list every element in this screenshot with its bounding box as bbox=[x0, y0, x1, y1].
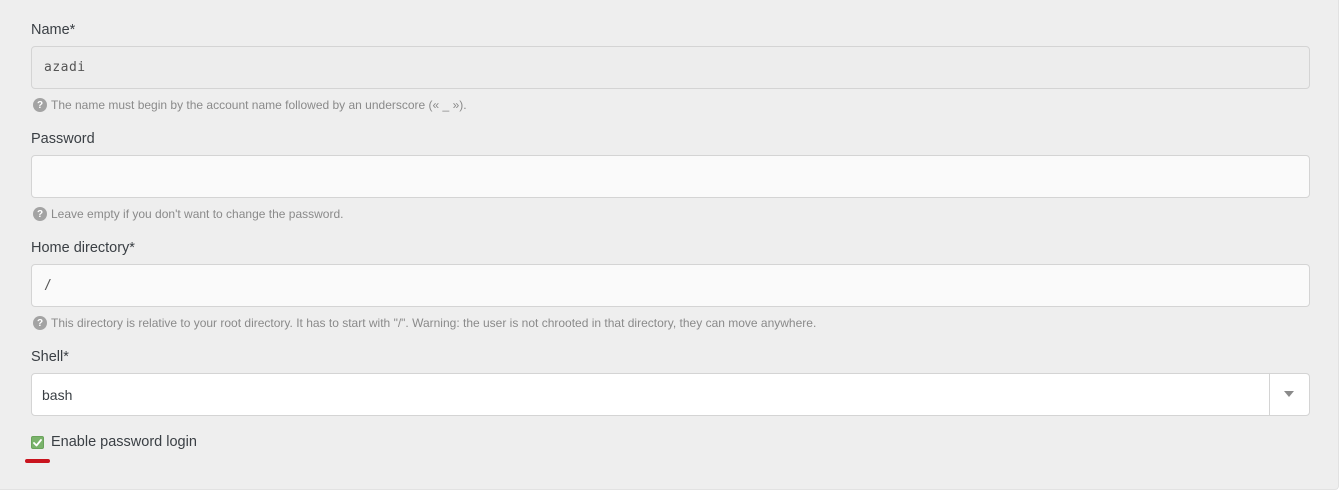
help-icon: ? bbox=[33, 207, 47, 221]
name-help: ? The name must begin by the account nam… bbox=[33, 98, 467, 112]
chevron-down-icon[interactable] bbox=[1284, 391, 1294, 397]
name-value: azadi bbox=[44, 60, 86, 75]
home-directory-value: / bbox=[44, 278, 53, 293]
name-label: Name* bbox=[31, 22, 76, 38]
home-directory-help-text: This directory is relative to your root … bbox=[51, 316, 817, 330]
select-divider bbox=[1269, 374, 1270, 415]
help-icon: ? bbox=[33, 98, 47, 112]
password-help: ? Leave empty if you don't want to chang… bbox=[33, 207, 343, 221]
name-input[interactable]: azadi bbox=[31, 46, 1310, 89]
shell-select[interactable]: bash bbox=[31, 373, 1310, 416]
password-label: Password bbox=[31, 131, 95, 147]
password-login-checkbox[interactable] bbox=[31, 436, 44, 449]
shell-label: Shell* bbox=[31, 349, 69, 365]
home-directory-input[interactable]: / bbox=[31, 264, 1310, 307]
password-login-label[interactable]: Enable password login bbox=[51, 434, 197, 450]
shell-selected-value: bash bbox=[42, 387, 73, 403]
checkmark-icon bbox=[33, 438, 42, 446]
password-help-text: Leave empty if you don't want to change … bbox=[51, 207, 344, 221]
password-input[interactable] bbox=[31, 155, 1310, 198]
home-directory-help: ? This directory is relative to your roo… bbox=[33, 316, 816, 330]
home-directory-label: Home directory* bbox=[31, 240, 135, 256]
name-help-text: The name must begin by the account name … bbox=[51, 98, 467, 112]
annotation-underline bbox=[25, 459, 50, 463]
ftp-user-form: Name* azadi ? The name must begin by the… bbox=[0, 0, 1339, 490]
help-icon: ? bbox=[33, 316, 47, 330]
